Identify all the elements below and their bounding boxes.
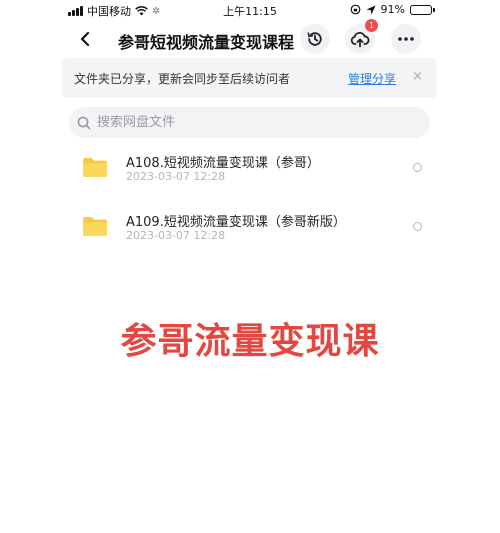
share-notice-banner: 文件夹已分享，更新会同步至后续访问者 管理分享 × [62,58,437,98]
battery-icon [410,4,435,15]
cloud-upload-button[interactable]: 1 [345,19,378,54]
location-arrow-icon [366,5,376,14]
close-icon[interactable]: × [412,69,423,85]
file-list-item[interactable]: A109.短视频流量变现课（参哥新版） 2023-03-07 12:28 [62,205,437,257]
history-clock-icon [307,32,322,46]
folder-icon [83,158,107,177]
select-radio[interactable] [413,163,422,172]
status-right: 91% [350,3,435,16]
netdisk-share-page: 中国移动 ✲ 上午11:15 91% 参哥短视频流量变现课程 1 文件夹已分享，… [0,0,500,533]
more-dots-icon [398,37,414,41]
history-button[interactable] [300,24,330,54]
cloud-upload-icon [350,31,370,48]
file-list-item[interactable]: A108.短视频流量变现课（参哥） 2023-03-07 12:28 [62,146,437,198]
battery-percent: 91% [380,3,405,16]
share-notice-text: 文件夹已分享，更新会同步至后续访问者 [74,72,291,86]
nav-bar: 参哥短视频流量变现课程 1 [0,19,500,58]
folder-icon [83,217,107,236]
upload-count-badge: 1 [365,19,378,32]
more-button[interactable] [391,24,421,54]
rotation-lock-icon [350,4,360,15]
page-title: 参哥短视频流量变现课程 [118,33,295,52]
file-date: 2023-03-07 12:28 [126,170,226,183]
overlay-caption: 参哥流量变现课 [120,321,380,362]
status-bar: 中国移动 ✲ 上午11:15 91% [0,0,500,20]
manage-share-link[interactable]: 管理分享 [348,70,396,87]
back-button[interactable] [74,28,96,50]
chevron-left-icon [80,31,90,47]
file-name: A109.短视频流量变现课（参哥新版） [126,215,346,230]
search-icon [77,116,91,129]
search-input[interactable] [97,115,397,130]
file-name: A108.短视频流量变现课（参哥） [126,156,320,171]
select-radio[interactable] [413,222,422,231]
search-bar[interactable] [69,107,430,138]
file-date: 2023-03-07 12:28 [126,229,226,242]
